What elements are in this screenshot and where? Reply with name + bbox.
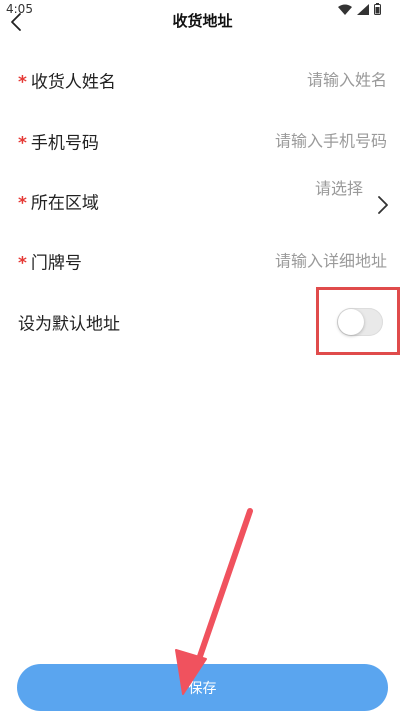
save-button[interactable]: 保存 bbox=[17, 664, 388, 711]
region-label-text: 所在区域 bbox=[30, 193, 99, 214]
toggle-knob bbox=[338, 309, 364, 335]
required-mark: * bbox=[18, 133, 27, 154]
chevron-right-icon bbox=[378, 196, 388, 214]
house-number-label: * 门牌号 bbox=[18, 249, 82, 274]
region-label: * 所在区域 bbox=[18, 189, 99, 214]
region-picker[interactable]: 请选择 bbox=[281, 179, 391, 221]
annotation-arrow bbox=[175, 508, 253, 695]
phone-label-text: 手机号码 bbox=[30, 133, 99, 154]
phone-label: * 手机号码 bbox=[18, 129, 99, 154]
region-row: * 所在区域 请选择 bbox=[0, 179, 405, 221]
required-mark: * bbox=[18, 193, 27, 214]
required-mark: * bbox=[18, 253, 27, 274]
house-number-input[interactable] bbox=[187, 251, 387, 271]
name-label: * 收货人姓名 bbox=[18, 68, 116, 93]
default-address-label: 设为默认地址 bbox=[18, 314, 120, 335]
region-placeholder: 请选择 bbox=[314, 179, 363, 198]
name-label-text: 收货人姓名 bbox=[30, 72, 116, 93]
default-address-toggle[interactable] bbox=[337, 308, 383, 336]
header: 收货地址 bbox=[0, 0, 405, 40]
house-number-row: * 门牌号 bbox=[0, 241, 405, 281]
phone-row: * 手机号码 bbox=[0, 121, 405, 161]
required-mark: * bbox=[18, 72, 27, 93]
phone-input[interactable] bbox=[187, 131, 387, 151]
name-input[interactable] bbox=[187, 70, 387, 90]
page-title: 收货地址 bbox=[172, 12, 233, 30]
house-number-label-text: 门牌号 bbox=[30, 253, 82, 274]
name-row: * 收货人姓名 bbox=[0, 60, 405, 100]
